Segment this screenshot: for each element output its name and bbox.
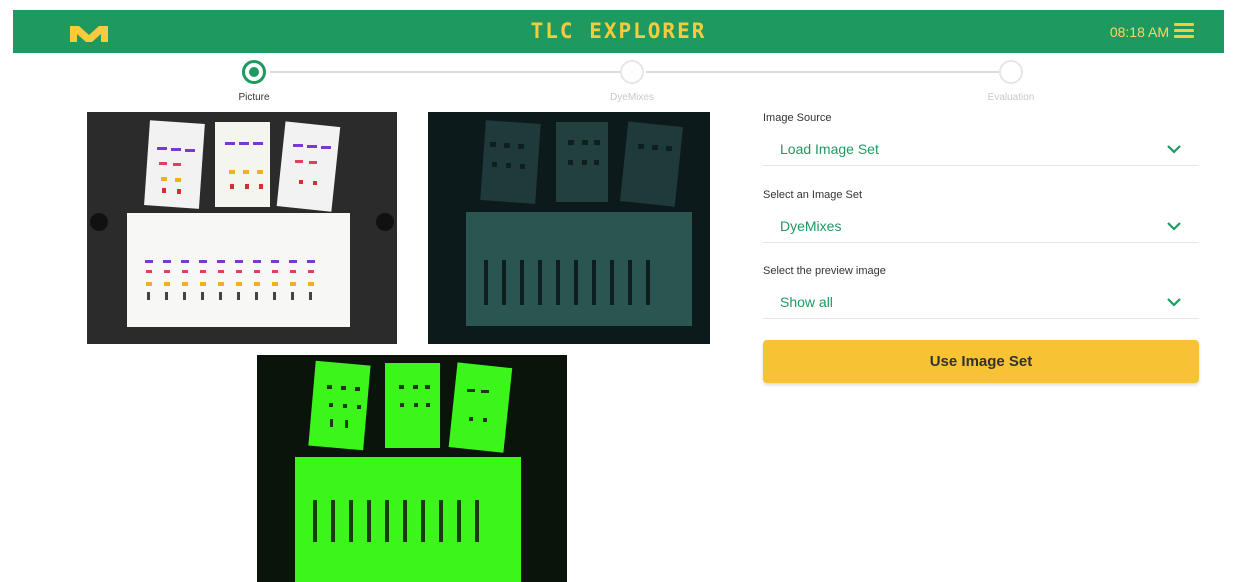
image-source-value: Load Image Set bbox=[780, 141, 879, 157]
green-fluorescent-image[interactable] bbox=[257, 355, 567, 582]
image-set-label: Select an Image Set bbox=[763, 189, 863, 201]
image-source-dropdown[interactable]: Load Image Set bbox=[763, 134, 1199, 166]
white-light-image[interactable] bbox=[87, 112, 397, 344]
step-picture-indicator[interactable] bbox=[242, 60, 266, 84]
chevron-down-icon bbox=[1167, 145, 1181, 154]
step-picture-label: Picture bbox=[238, 92, 270, 103]
chevron-down-icon bbox=[1167, 298, 1181, 307]
clock-time: 08:18 AM bbox=[1109, 24, 1169, 40]
image-set-dropdown[interactable]: DyeMixes bbox=[763, 211, 1199, 243]
preview-image-dropdown[interactable]: Show all bbox=[763, 287, 1199, 319]
step-dyemixes-label: DyeMixes bbox=[610, 92, 654, 103]
step-connector bbox=[646, 71, 1001, 73]
uv-dark-image[interactable] bbox=[428, 112, 710, 344]
image-source-label: Image Source bbox=[763, 112, 832, 124]
step-evaluation-indicator[interactable] bbox=[999, 60, 1023, 84]
progress-stepper: Picture DyeMixes Evaluation bbox=[0, 55, 1239, 107]
preview-image-value: Show all bbox=[780, 294, 833, 310]
hamburger-menu-icon[interactable] bbox=[1174, 23, 1194, 39]
step-dyemixes-indicator[interactable] bbox=[620, 60, 644, 84]
use-image-set-button[interactable]: Use Image Set bbox=[763, 340, 1199, 383]
app-header: TLC EXPLORER 08:18 AM bbox=[13, 10, 1224, 53]
preview-image-label: Select the preview image bbox=[763, 265, 886, 277]
step-connector bbox=[270, 71, 622, 73]
image-set-value: DyeMixes bbox=[780, 218, 842, 234]
app-title: TLC EXPLORER bbox=[530, 19, 707, 43]
chevron-down-icon bbox=[1167, 222, 1181, 231]
step-evaluation-label: Evaluation bbox=[987, 92, 1035, 103]
